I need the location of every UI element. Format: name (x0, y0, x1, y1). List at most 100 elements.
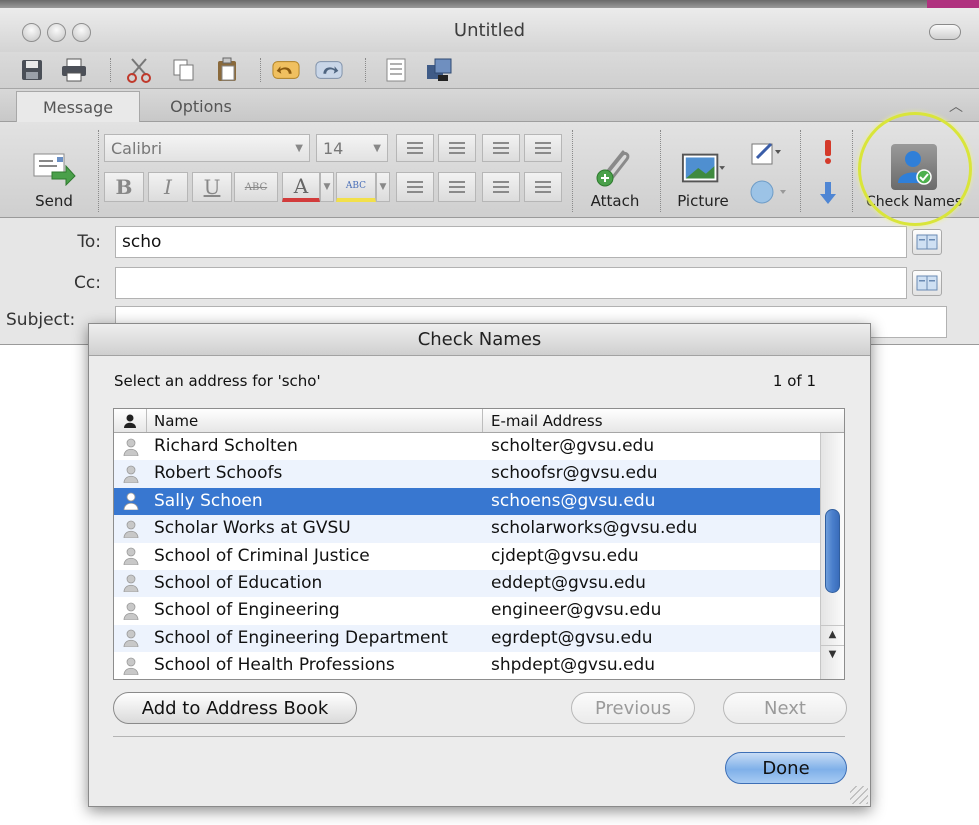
address-row[interactable]: Scholar Works at GVSU scholarworks@gvsu.e… (114, 515, 820, 543)
justify-button[interactable] (524, 172, 562, 202)
increase-indent-button[interactable] (524, 134, 562, 162)
paste-icon[interactable] (213, 56, 241, 84)
toolbar-toggle-button[interactable] (929, 24, 961, 40)
font-size-select[interactable]: 14 ▼ (316, 134, 388, 162)
scroll-up-button[interactable]: ▲ (821, 625, 844, 643)
font-name-select[interactable]: Calibri ▼ (104, 134, 310, 162)
hyperlink-button[interactable] (744, 170, 792, 206)
resize-grip-icon[interactable] (850, 786, 868, 804)
scrollbar-thumb[interactable] (825, 509, 840, 593)
add-to-address-book-button[interactable]: Add to Address Book (113, 692, 357, 724)
down-arrow-icon (820, 182, 836, 204)
tab-message[interactable]: Message (16, 91, 140, 122)
align-center-button[interactable] (438, 172, 476, 202)
font-name-value: Calibri (111, 138, 163, 158)
contact-name: School of Education (154, 572, 323, 593)
priority-low-button[interactable] (810, 170, 846, 206)
picture-button[interactable]: Picture (668, 132, 738, 210)
to-field[interactable]: scho (115, 226, 907, 258)
align-left-icon (407, 181, 423, 193)
highlight-button[interactable]: ABC (336, 172, 376, 202)
contact-name: School of Engineering Department (154, 627, 448, 648)
decrease-indent-button[interactable] (482, 134, 520, 162)
column-person-icon[interactable] (114, 409, 147, 432)
send-label: Send (35, 192, 73, 210)
dialog-divider (113, 736, 845, 737)
redo-icon[interactable] (315, 56, 343, 84)
collapse-ribbon-button[interactable]: ︿ (943, 93, 969, 119)
address-row[interactable]: School of Engineering Department egrdept@… (114, 624, 820, 653)
column-header: Name E-mail Address (114, 409, 844, 433)
tab-options[interactable]: Options (146, 91, 256, 122)
priority-high-button[interactable] (810, 130, 846, 166)
align-right-button[interactable] (482, 172, 520, 202)
attach-button[interactable]: Attach (580, 132, 650, 210)
check-names-dialog: Check Names Select an address for 'scho'… (88, 323, 871, 807)
contact-name: Scholar Works at GVSU (154, 518, 351, 539)
quick-toolbar (0, 52, 979, 88)
contact-person-icon (122, 519, 140, 538)
exclamation-icon (825, 140, 831, 164)
address-row[interactable]: School of Criminal Justice cjdept@gvsu.ed… (114, 543, 820, 570)
address-book-icon[interactable] (425, 56, 453, 84)
done-button[interactable]: Done (725, 752, 847, 784)
save-icon[interactable] (18, 56, 46, 84)
underline-button[interactable]: U (192, 172, 232, 202)
send-icon (32, 148, 76, 188)
ribbon-separator (572, 130, 573, 212)
address-row[interactable]: School of Education eddept@gvsu.edu (114, 569, 820, 598)
signature-icon[interactable] (382, 56, 410, 84)
cc-field[interactable] (115, 267, 907, 299)
list-scrollbar[interactable]: ▲ ▼ (820, 433, 844, 679)
address-list[interactable]: Name E-mail Address Richard Scholten scho… (113, 408, 845, 680)
background-window-strip (0, 0, 979, 8)
contact-email: scholter@gvsu.edu (491, 436, 655, 456)
contact-person-icon (122, 464, 140, 483)
font-color-button[interactable]: A (282, 172, 320, 202)
attach-label: Attach (590, 192, 640, 210)
italic-button[interactable]: I (148, 172, 188, 202)
strikethrough-button[interactable]: ABC (234, 172, 278, 202)
previous-button[interactable]: Previous (571, 692, 695, 724)
contact-email: schoofsr@gvsu.edu (491, 463, 658, 484)
contact-person-icon (122, 574, 140, 593)
to-address-book-button[interactable] (912, 229, 942, 255)
address-row[interactable]: School of Engineering engineer@gvsu.edu (114, 597, 820, 624)
column-name[interactable]: Name (154, 412, 198, 430)
font-size-value: 14 (323, 138, 344, 158)
contact-email: scholarworks@gvsu.edu (491, 518, 698, 539)
address-row[interactable]: Robert Schoofs schoofsr@gvsu.edu (114, 460, 820, 488)
send-button[interactable]: Send (22, 132, 86, 210)
address-row[interactable]: Richard Scholten scholter@gvsu.edu (114, 433, 820, 460)
numbered-list-button[interactable] (438, 134, 476, 162)
column-email[interactable]: E-mail Address (482, 409, 603, 432)
address-row[interactable]: Sally Schoen schoens@gvsu.edu (114, 487, 820, 516)
address-row[interactable]: School of Health Professions shpdept@gvsu… (114, 652, 820, 679)
undo-icon[interactable] (272, 56, 300, 84)
dialog-title: Check Names (89, 324, 870, 356)
print-icon[interactable] (60, 56, 88, 84)
highlight-dropdown[interactable]: ▼ (376, 172, 390, 202)
scroll-down-button[interactable]: ▼ (821, 645, 844, 663)
contact-name: School of Criminal Justice (154, 545, 370, 566)
contact-email: engineer@gvsu.edu (491, 600, 662, 621)
picture-icon (681, 148, 725, 188)
to-label: To: (77, 232, 101, 252)
contact-name: Robert Schoofs (154, 463, 283, 484)
align-left-button[interactable] (396, 172, 434, 202)
signatures-button[interactable] (744, 130, 788, 166)
copy-icon[interactable] (170, 56, 198, 84)
bold-button[interactable]: B (104, 172, 144, 202)
next-button[interactable]: Next (723, 692, 847, 724)
cut-icon[interactable] (125, 56, 153, 84)
contact-email: shpdept@gvsu.edu (491, 655, 656, 676)
scroll-down-icon: ▼ (828, 649, 837, 660)
font-color-dropdown[interactable]: ▼ (320, 172, 334, 202)
toolbar-separator (365, 58, 366, 82)
cc-address-book-button[interactable] (912, 270, 942, 296)
address-book-icon (916, 234, 938, 250)
globe-icon (750, 180, 786, 204)
ribbon-separator (660, 130, 661, 212)
bulleted-list-button[interactable] (396, 134, 434, 162)
signature-pen-icon (751, 142, 781, 165)
